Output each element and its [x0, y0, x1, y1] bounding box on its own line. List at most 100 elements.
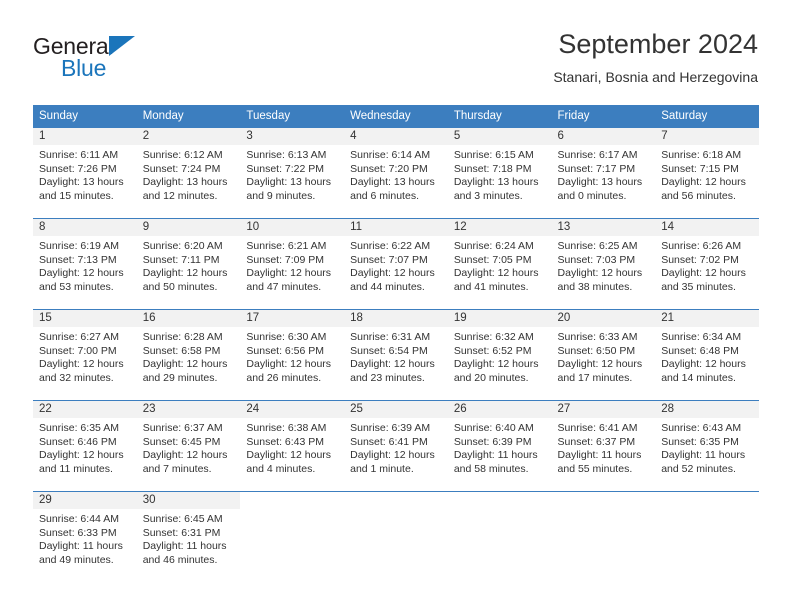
calendar-day-cell[interactable]: 4 Sunrise: 6:14 AM Sunset: 7:20 PM Daylight…	[344, 127, 448, 219]
sunset-text: Sunset: 6:37 PM	[557, 435, 636, 448]
calendar-day-cell[interactable]: 29 Sunrise: 6:44 AM Sunset: 6:33 PM Dayligh…	[33, 491, 137, 584]
daylight-text-line1: Daylight: 13 hours	[142, 176, 228, 189]
title-block: September 2024 Stanari, Bosnia and Herze…	[553, 27, 758, 87]
calendar-day-cell[interactable]: 23 Sunrise: 6:37 AM Sunset: 6:45 PM Dayligh…	[136, 400, 241, 492]
day-cell-inner	[240, 492, 344, 584]
calendar-day-cell[interactable]: 24 Sunrise: 6:38 AM Sunset: 6:43 PM Dayligh…	[240, 400, 345, 492]
sunset-text: Sunset: 7:22 PM	[246, 162, 325, 175]
weekday-header-wednesday: Wednesday	[344, 105, 448, 128]
calendar-day-cell[interactable]: 13 Sunrise: 6:25 AM Sunset: 7:03 PM Dayligh…	[551, 218, 656, 310]
calendar-empty-cell	[240, 491, 345, 584]
day-number: 22	[33, 401, 137, 418]
day-number: 1	[33, 128, 137, 145]
calendar-day-cell[interactable]: 2 Sunrise: 6:12 AM Sunset: 7:24 PM Daylight…	[136, 127, 241, 219]
sunset-text: Sunset: 6:52 PM	[453, 344, 532, 357]
daylight-text-line1: Daylight: 13 hours	[453, 176, 539, 189]
day-cell-inner: 7 Sunrise: 6:18 AM Sunset: 7:15 PM Daylight…	[655, 128, 759, 218]
day-cell-inner: 16 Sunrise: 6:28 AM Sunset: 6:58 PM Dayligh…	[136, 310, 241, 400]
calendar-day-cell[interactable]: 18 Sunrise: 6:31 AM Sunset: 6:54 PM Dayligh…	[344, 309, 448, 401]
page-subtitle: Stanari, Bosnia and Herzegovina	[553, 69, 758, 85]
sunrise-text: Sunrise: 6:34 AM	[661, 331, 742, 343]
day-number	[655, 492, 759, 509]
calendar-day-cell[interactable]: 1 Sunrise: 6:11 AM Sunset: 7:26 PM Daylight…	[33, 127, 137, 219]
sunrise-text: Sunrise: 6:13 AM	[246, 149, 327, 161]
sunrise-text: Sunrise: 6:20 AM	[142, 240, 223, 252]
day-details	[240, 509, 344, 513]
daylight-text-line2: and 56 minutes.	[661, 189, 736, 202]
sunrise-text: Sunrise: 6:12 AM	[142, 149, 223, 161]
calendar-day-cell[interactable]: 8 Sunrise: 6:19 AM Sunset: 7:13 PM Daylight…	[33, 218, 137, 310]
day-details	[552, 509, 656, 513]
daylight-text-line2: and 49 minutes.	[39, 553, 114, 566]
sunrise-text: Sunrise: 6:43 AM	[661, 422, 742, 434]
daylight-text-line1: Daylight: 13 hours	[557, 176, 643, 189]
sunrise-text: Sunrise: 6:31 AM	[350, 331, 431, 343]
day-number	[552, 492, 656, 509]
calendar-day-cell[interactable]: 10 Sunrise: 6:21 AM Sunset: 7:09 PM Dayligh…	[240, 218, 345, 310]
calendar-day-cell[interactable]: 20 Sunrise: 6:33 AM Sunset: 6:50 PM Dayligh…	[551, 309, 656, 401]
sunset-text: Sunset: 7:11 PM	[142, 253, 220, 266]
day-details: Sunrise: 6:14 AM Sunset: 7:20 PM Daylight:…	[344, 145, 448, 203]
calendar-day-cell[interactable]: 17 Sunrise: 6:30 AM Sunset: 6:56 PM Dayligh…	[240, 309, 345, 401]
calendar-body: 1 Sunrise: 6:11 AM Sunset: 7:26 PM Daylight…	[33, 127, 759, 584]
calendar-empty-cell	[551, 491, 656, 584]
calendar-day-cell[interactable]: 21 Sunrise: 6:34 AM Sunset: 6:48 PM Dayligh…	[655, 309, 759, 401]
day-cell-inner	[552, 492, 656, 584]
day-details	[344, 509, 448, 513]
calendar-day-cell[interactable]: 6 Sunrise: 6:17 AM Sunset: 7:17 PM Daylight…	[551, 127, 656, 219]
day-number: 23	[136, 401, 241, 418]
day-cell-inner: 27 Sunrise: 6:41 AM Sunset: 6:37 PM Dayligh…	[551, 401, 656, 491]
day-number: 10	[240, 219, 345, 236]
daylight-text-line2: and 17 minutes.	[557, 371, 633, 384]
day-number: 24	[240, 401, 345, 418]
day-cell-inner: 4 Sunrise: 6:14 AM Sunset: 7:20 PM Daylight…	[344, 128, 448, 218]
sunrise-text: Sunrise: 6:44 AM	[39, 513, 119, 525]
calendar-day-cell[interactable]: 26 Sunrise: 6:40 AM Sunset: 6:39 PM Dayligh…	[447, 400, 552, 492]
day-cell-inner: 20 Sunrise: 6:33 AM Sunset: 6:50 PM Dayligh…	[551, 310, 656, 400]
day-cell-inner: 17 Sunrise: 6:30 AM Sunset: 6:56 PM Dayligh…	[240, 310, 345, 400]
calendar-day-cell[interactable]: 14 Sunrise: 6:26 AM Sunset: 7:02 PM Dayligh…	[655, 218, 759, 310]
day-number: 25	[344, 401, 448, 418]
brand-name-blue: Blue	[61, 55, 107, 81]
calendar-day-cell[interactable]: 25 Sunrise: 6:39 AM Sunset: 6:41 PM Dayligh…	[344, 400, 448, 492]
day-cell-inner: 10 Sunrise: 6:21 AM Sunset: 7:09 PM Dayligh…	[240, 219, 345, 309]
daylight-text-line2: and 55 minutes.	[557, 462, 633, 475]
day-details: Sunrise: 6:25 AM Sunset: 7:03 PM Daylight:…	[552, 236, 656, 294]
calendar-day-cell[interactable]: 11 Sunrise: 6:22 AM Sunset: 7:07 PM Dayligh…	[344, 218, 448, 310]
sunrise-text: Sunrise: 6:27 AM	[39, 331, 119, 343]
day-cell-inner	[655, 492, 759, 584]
day-number	[344, 492, 448, 509]
calendar-day-cell[interactable]: 16 Sunrise: 6:28 AM Sunset: 6:58 PM Dayligh…	[136, 309, 241, 401]
day-number: 16	[136, 310, 241, 327]
day-number: 30	[136, 492, 241, 509]
daylight-text-line2: and 1 minute.	[350, 462, 414, 475]
brand-logo[interactable]: General Blue	[33, 33, 273, 85]
daylight-text-line1: Daylight: 12 hours	[557, 358, 643, 371]
calendar-page: General Blue September 2024 Stanari, Bos…	[0, 0, 792, 612]
day-number	[448, 492, 552, 509]
calendar-day-cell[interactable]: 3 Sunrise: 6:13 AM Sunset: 7:22 PM Daylight…	[240, 127, 345, 219]
calendar-day-cell[interactable]: 28 Sunrise: 6:43 AM Sunset: 6:35 PM Dayligh…	[655, 400, 759, 492]
sunrise-text: Sunrise: 6:40 AM	[453, 422, 534, 434]
day-cell-inner: 2 Sunrise: 6:12 AM Sunset: 7:24 PM Daylight…	[136, 128, 241, 218]
calendar-day-cell[interactable]: 15 Sunrise: 6:27 AM Sunset: 7:00 PM Dayligh…	[33, 309, 137, 401]
calendar-day-cell[interactable]: 19 Sunrise: 6:32 AM Sunset: 6:52 PM Dayligh…	[447, 309, 552, 401]
weekday-header-friday: Friday	[551, 105, 656, 128]
calendar-day-cell[interactable]: 5 Sunrise: 6:15 AM Sunset: 7:18 PM Daylight…	[447, 127, 552, 219]
calendar-day-cell[interactable]: 12 Sunrise: 6:24 AM Sunset: 7:05 PM Dayligh…	[447, 218, 552, 310]
daylight-text-line1: Daylight: 12 hours	[661, 358, 746, 371]
daylight-text-line1: Daylight: 12 hours	[39, 267, 124, 280]
day-cell-inner: 21 Sunrise: 6:34 AM Sunset: 6:48 PM Dayligh…	[655, 310, 759, 400]
calendar-day-cell[interactable]: 22 Sunrise: 6:35 AM Sunset: 6:46 PM Dayligh…	[33, 400, 137, 492]
daylight-text-line1: Daylight: 12 hours	[661, 267, 746, 280]
daylight-text-line1: Daylight: 13 hours	[350, 176, 435, 189]
calendar-day-cell[interactable]: 7 Sunrise: 6:18 AM Sunset: 7:15 PM Daylight…	[655, 127, 759, 219]
calendar-day-cell[interactable]: 30 Sunrise: 6:45 AM Sunset: 6:31 PM Dayligh…	[136, 491, 241, 584]
calendar-day-cell[interactable]: 27 Sunrise: 6:41 AM Sunset: 6:37 PM Dayligh…	[551, 400, 656, 492]
day-number: 27	[551, 401, 656, 418]
sunset-text: Sunset: 6:58 PM	[142, 344, 221, 357]
calendar-day-cell[interactable]: 9 Sunrise: 6:20 AM Sunset: 7:11 PM Daylight…	[136, 218, 241, 310]
sunset-text: Sunset: 6:39 PM	[453, 435, 532, 448]
daylight-text-line2: and 52 minutes.	[661, 462, 736, 475]
daylight-text-line2: and 12 minutes.	[142, 189, 218, 202]
